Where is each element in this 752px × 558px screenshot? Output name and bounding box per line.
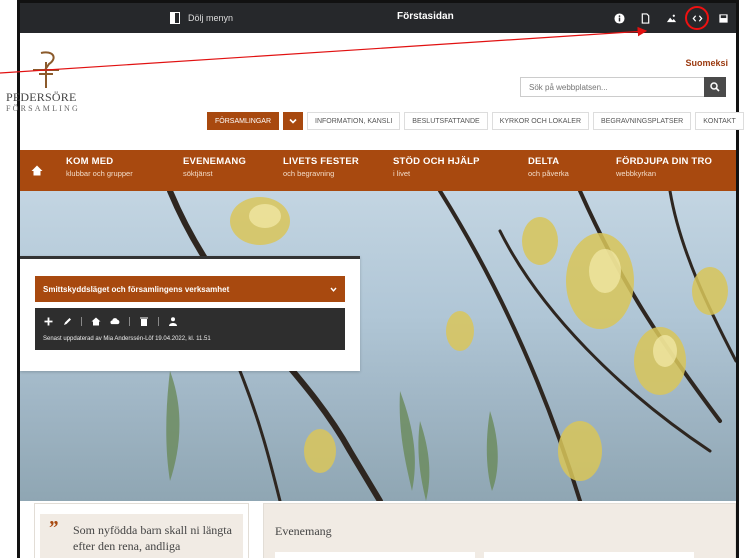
edit-pencil-icon[interactable] [62, 316, 72, 326]
top-nav-forsamlingar[interactable]: FÖRSAMLINGAR [207, 112, 280, 130]
last-updated-text: Senast uppdaterad av Mia Anderssén-Löf 1… [43, 336, 211, 342]
main-nav-livets-fester[interactable]: LIVETS FESTER och begravning [271, 150, 381, 191]
home-button[interactable] [20, 150, 54, 191]
logo-name: PEDERSÖRE [6, 90, 77, 104]
event-card[interactable] [275, 552, 475, 558]
page-name: Förstasidan [397, 11, 454, 22]
main-nav-title: FÖRDJUPA DIN TRO [616, 156, 713, 167]
sidebar-toggle-icon [170, 12, 180, 24]
add-icon[interactable] [43, 316, 53, 326]
accordion-title: Smittskyddsläget och församlingens verks… [43, 284, 230, 294]
save-icon[interactable] [714, 8, 732, 28]
search-button[interactable] [704, 77, 726, 97]
main-nav-title: DELTA [528, 156, 560, 167]
admin-bar: Dölj menyn Förstasidan [20, 3, 752, 33]
image-icon[interactable] [662, 8, 680, 28]
home-icon[interactable] [91, 316, 101, 326]
phone-icon[interactable] [740, 8, 752, 28]
quote-text: Som nyfödda barn skall ni längta efter d… [73, 523, 232, 553]
main-nav-subtitle: webbkyrkan [616, 169, 657, 178]
toolbar-separator [129, 316, 130, 326]
main-nav-subtitle: söktjänst [183, 169, 213, 178]
top-nav: FÖRSAMLINGAR INFORMATION, KANSLI BESLUTS… [207, 112, 744, 130]
toolbar-separator [158, 316, 159, 326]
events-section: Evenemang [263, 503, 736, 558]
main-nav-subtitle: och påverka [528, 169, 569, 178]
main-nav-stod-och-hjalp[interactable]: STÖD OCH HJÄLP i livet [381, 150, 516, 191]
main-nav-subtitle: klubbar och grupper [66, 169, 133, 178]
main-nav: KOM MED klubbar och grupper EVENEMANG sö… [20, 150, 736, 191]
chevron-down-icon [289, 118, 297, 124]
search-icon [710, 82, 720, 92]
top-nav-dropdown[interactable] [283, 112, 304, 130]
event-card[interactable] [484, 552, 694, 558]
user-icon[interactable] [168, 316, 178, 326]
toggle-menu-label: Dölj menyn [188, 13, 234, 23]
toggle-menu-button[interactable]: Dölj menyn [170, 10, 233, 26]
top-nav-kontakt[interactable]: KONTAKT [695, 112, 744, 130]
main-nav-subtitle: och begravning [283, 169, 335, 178]
top-nav-kyrkor[interactable]: KYRKOR OCH LOKALER [491, 112, 590, 130]
main-nav-title: EVENEMANG [183, 156, 247, 167]
code-icon[interactable] [685, 6, 709, 30]
home-icon [31, 165, 43, 176]
search-input[interactable] [520, 77, 704, 97]
top-nav-information[interactable]: INFORMATION, KANSLI [307, 112, 401, 130]
cloud-icon[interactable] [110, 316, 120, 326]
events-heading: Evenemang [275, 524, 332, 538]
page-icon[interactable] [636, 8, 654, 28]
main-nav-evenemang[interactable]: EVENEMANG söktjänst [171, 150, 271, 191]
accordion-header[interactable]: Smittskyddsläget och församlingens verks… [35, 276, 345, 302]
main-nav-title: LIVETS FESTER [283, 156, 359, 167]
toolbar-separator [81, 316, 82, 326]
logo-wordmark[interactable]: PEDERSÖRE FÖRSAMLING [6, 91, 80, 115]
edit-toolbar: Senast uppdaterad av Mia Anderssén-Löf 1… [35, 308, 345, 350]
main-nav-delta[interactable]: DELTA och påverka [516, 150, 604, 191]
panel-divider [20, 256, 360, 259]
trash-icon[interactable] [139, 316, 149, 326]
logo-sub: FÖRSAMLING [6, 104, 81, 113]
chevron-down-icon [330, 287, 337, 292]
events-background [264, 504, 735, 558]
language-link[interactable]: Suomeksi [685, 58, 728, 68]
browser-frame: Dölj menyn Förstasidan PEDERSÖRE FÖRSAML… [6, 0, 752, 558]
top-nav-begravningsplatser[interactable]: BEGRAVNINGSPLATSER [593, 112, 692, 130]
top-nav-beslutsfattande[interactable]: BESLUTSFATTANDE [404, 112, 488, 130]
main-nav-fordjupa[interactable]: FÖRDJUPA DIN TRO webbkyrkan [604, 150, 724, 191]
main-nav-kom-med[interactable]: KOM MED klubbar och grupper [54, 150, 171, 191]
quote-card: ” Som nyfödda barn skall ni längta efter… [34, 503, 249, 558]
info-icon[interactable] [610, 8, 628, 28]
quote-mark-icon: ” [48, 517, 58, 539]
info-panel: Smittskyddsläget och församlingens verks… [20, 256, 360, 371]
main-nav-subtitle: i livet [393, 169, 411, 178]
main-nav-title: STÖD OCH HJÄLP [393, 156, 480, 167]
main-nav-title: KOM MED [66, 156, 114, 167]
search-bar [520, 77, 726, 97]
